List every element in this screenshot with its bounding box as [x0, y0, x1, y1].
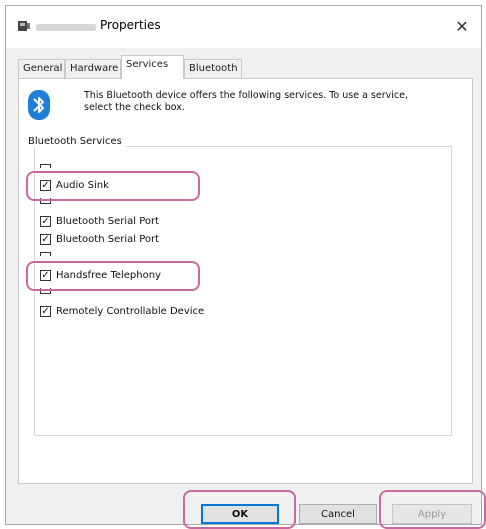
services-description: This Bluetooth device offers the followi…: [84, 90, 408, 113]
title-bar: Properties ✕: [6, 6, 481, 48]
service-row-obscured: [40, 198, 56, 204]
bluetooth-icon: [28, 90, 50, 120]
tab-services[interactable]: Services: [121, 55, 184, 79]
remote-device-label: Remotely Controllable Device: [56, 306, 205, 317]
close-icon: ✕: [455, 16, 469, 36]
tab-bluetooth[interactable]: Bluetooth: [184, 59, 242, 78]
close-button[interactable]: ✕: [447, 12, 477, 40]
tab-general[interactable]: General: [18, 59, 65, 78]
device-name-redacted: [36, 24, 96, 31]
tab-hardware[interactable]: Hardware: [65, 59, 121, 78]
handsfree-label: Handsfree Telephony: [56, 270, 161, 281]
service-checkbox: [40, 198, 51, 204]
service-row-remote-device[interactable]: ✓ Remotely Controllable Device: [40, 304, 204, 319]
audio-sink-checkbox[interactable]: ✓: [40, 180, 51, 191]
service-row-handsfree[interactable]: ✓ Handsfree Telephony: [40, 268, 161, 283]
service-row-serial-port-1[interactable]: ✓ Bluetooth Serial Port: [40, 214, 159, 229]
service-checkbox: [40, 288, 51, 294]
serial-port-1-label: Bluetooth Serial Port: [56, 216, 160, 227]
serial-port-2-checkbox[interactable]: ✓: [40, 234, 51, 245]
cancel-button[interactable]: Cancel: [299, 504, 377, 524]
service-checkbox: [40, 163, 51, 168]
ok-button[interactable]: OK: [201, 504, 279, 524]
serial-port-2-label: Bluetooth Serial Port: [56, 234, 160, 245]
apply-button[interactable]: Apply: [392, 504, 472, 524]
window-title: Properties: [100, 18, 161, 32]
service-row-obscured: [40, 162, 56, 168]
service-row-serial-port-2[interactable]: ✓ Bluetooth Serial Port: [40, 232, 159, 247]
service-row-obscured: [40, 250, 56, 256]
service-row-audio-sink[interactable]: ✓ Audio Sink: [40, 178, 109, 193]
handsfree-checkbox[interactable]: ✓: [40, 270, 51, 281]
audio-sink-label: Audio Sink: [56, 180, 109, 191]
device-icon: [18, 21, 30, 31]
service-checkbox: [40, 251, 51, 256]
bluetooth-services-label: Bluetooth Services: [28, 136, 126, 147]
serial-port-1-checkbox[interactable]: ✓: [40, 216, 51, 227]
service-row-obscured: [40, 288, 56, 294]
remote-device-checkbox[interactable]: ✓: [40, 306, 51, 317]
